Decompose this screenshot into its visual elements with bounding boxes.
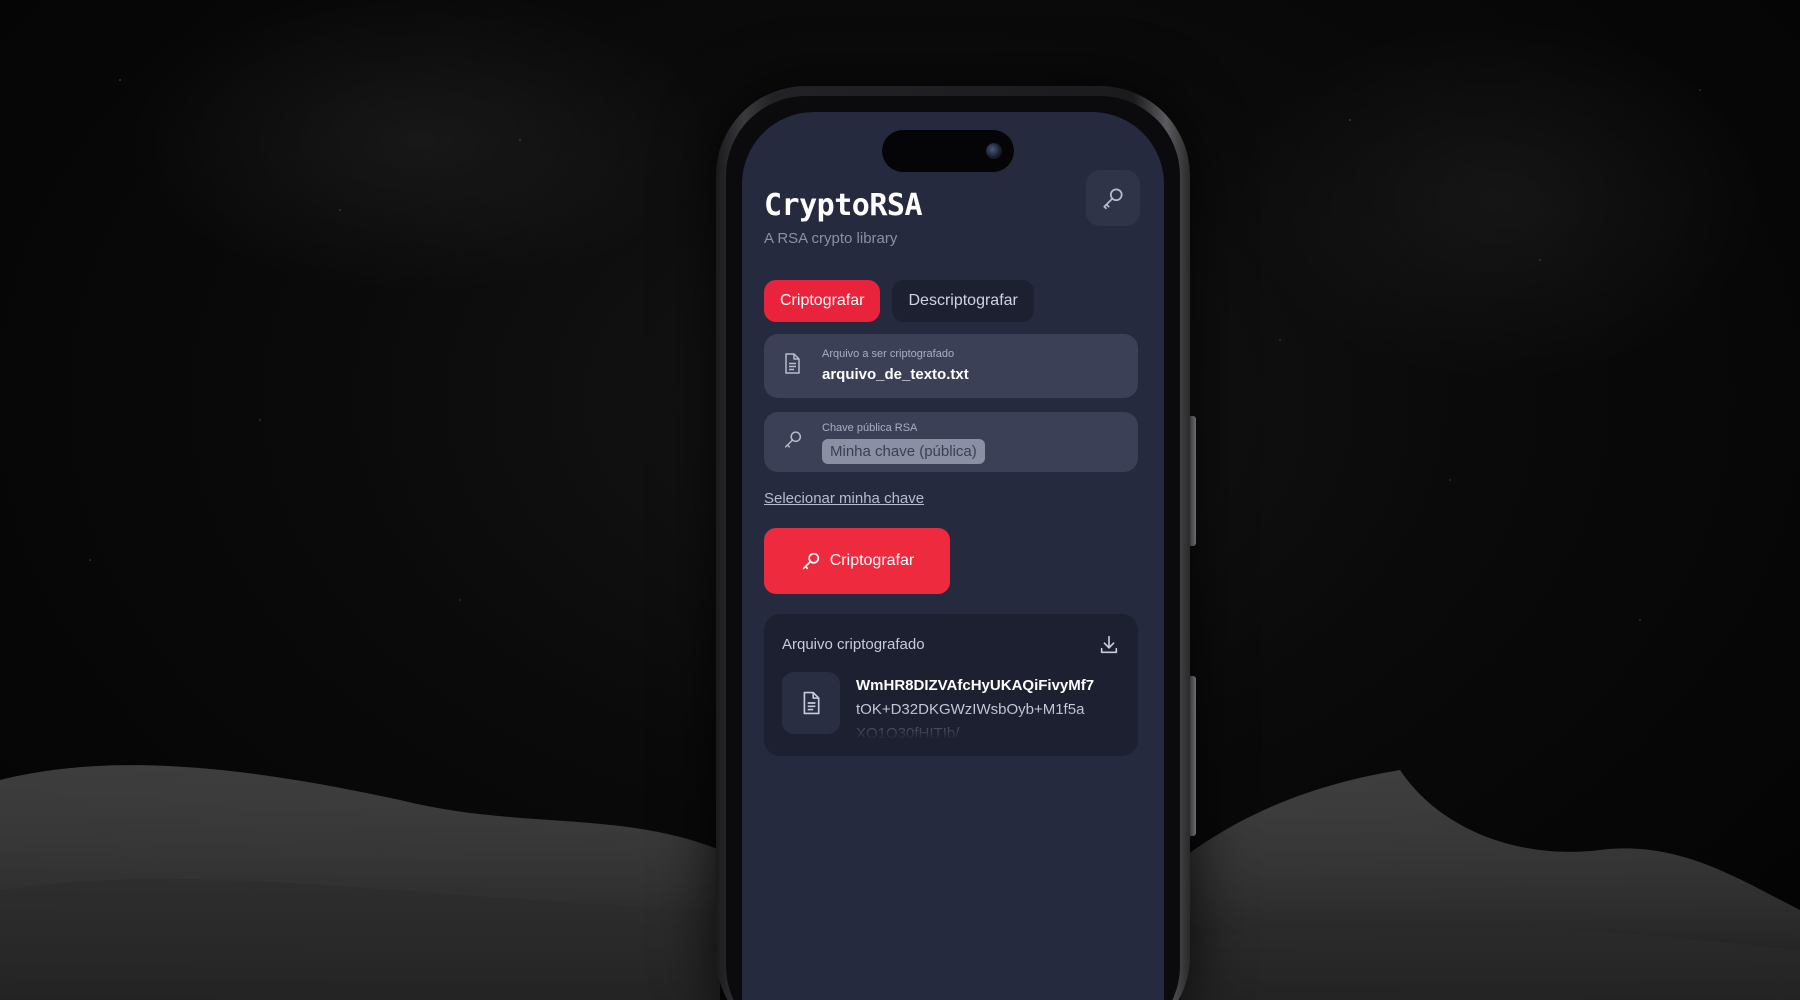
phone-screen: CryptoRSA A RSA crypto library Criptogra… (742, 112, 1164, 1000)
encrypted-content-preview: WmHR8DIZVAfcHyUKAQiFivyMf7 tOK+D32DKGWzI… (856, 674, 1124, 740)
phone-bezel: CryptoRSA A RSA crypto library Criptogra… (726, 96, 1180, 1000)
encrypted-file-title: Arquivo criptografado (782, 636, 925, 653)
app-root: CryptoRSA A RSA crypto library Criptogra… (742, 112, 1164, 1000)
cipher-line: tOK+D32DKGWzIWsbOyb+M1f5a (856, 701, 1085, 718)
mode-tabs: Criptografar Descriptografar (764, 280, 1034, 322)
phone-side-button-lower (1190, 676, 1196, 836)
file-field-label: Arquivo a ser criptografado (822, 348, 955, 360)
download-icon[interactable] (1098, 634, 1120, 661)
app-title: CryptoRSA (764, 188, 923, 223)
phone-side-button (1190, 416, 1196, 546)
keys-button[interactable] (1086, 170, 1140, 226)
key-icon (782, 429, 804, 456)
cipher-line: WmHR8DIZVAfcHyUKAQiFivyMf7 (856, 677, 1095, 694)
file-field[interactable]: Arquivo a ser criptografado arquivo_de_t… (764, 334, 1138, 398)
encrypted-file-badge (782, 672, 840, 734)
public-key-label: Chave pública RSA (822, 422, 918, 434)
encrypt-button[interactable]: Criptografar (764, 528, 950, 594)
tab-criptografar[interactable]: Criptografar (764, 280, 881, 322)
tab-descriptografar[interactable]: Descriptografar (892, 280, 1034, 322)
document-icon (803, 691, 820, 715)
encrypted-file-card: Arquivo criptografado WmHR8DIZVAfcHyUKAQ… (764, 614, 1138, 756)
document-icon (782, 353, 802, 380)
cipher-line: XO1Q30fHITIb/ (856, 725, 960, 740)
phone-device: CryptoRSA A RSA crypto library Criptogra… (716, 86, 1196, 1000)
app-subtitle: A RSA crypto library (764, 230, 898, 247)
background-scene: CryptoRSA A RSA crypto library Criptogra… (0, 0, 1800, 1000)
encrypt-button-label: Criptografar (829, 552, 915, 569)
public-key-field[interactable]: Chave pública RSA Minha chave (pública) (764, 412, 1138, 472)
selected-key-chip[interactable]: Minha chave (pública) (822, 439, 985, 464)
select-key-link[interactable]: Selecionar minha chave (764, 490, 924, 507)
key-icon (802, 552, 819, 570)
key-icon (1103, 188, 1123, 210)
file-field-value: arquivo_de_texto.txt (822, 366, 969, 383)
